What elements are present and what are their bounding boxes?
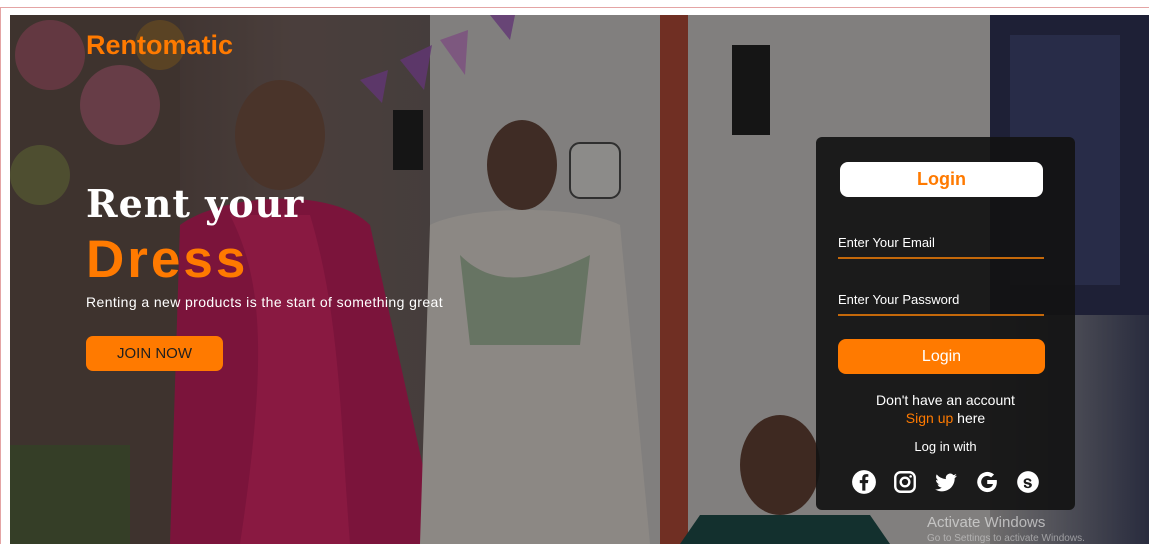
- login-with-text: Log in with: [914, 439, 977, 454]
- email-field[interactable]: Enter Your Email: [838, 233, 1044, 259]
- activate-windows-title: Activate Windows: [927, 514, 1046, 531]
- hero-tagline: Renting a new products is the start of s…: [86, 294, 444, 310]
- instagram-icon[interactable]: [892, 469, 918, 495]
- password-placeholder: Enter Your Password: [838, 292, 960, 307]
- twitter-icon[interactable]: [933, 469, 959, 495]
- email-placeholder: Enter Your Email: [838, 235, 935, 250]
- no-account-text: Don't have an account: [876, 392, 1015, 408]
- facebook-icon[interactable]: [851, 469, 877, 495]
- join-now-button[interactable]: JOIN NOW: [86, 336, 223, 371]
- password-field[interactable]: Enter Your Password: [838, 290, 1044, 316]
- hero-headline-accent: Dress: [86, 230, 249, 289]
- brand-logo[interactable]: Rentomatic: [86, 30, 233, 61]
- signup-line: Sign up here: [816, 410, 1075, 426]
- social-login-row: [851, 468, 1041, 496]
- left-border: [0, 7, 1, 544]
- hero-headline: Rent your: [86, 181, 305, 226]
- top-border: [0, 7, 1149, 8]
- browser-viewport: Rentomatic Rent your Dress Renting a new…: [0, 0, 1149, 544]
- hero-section: Rentomatic Rent your Dress Renting a new…: [10, 15, 1149, 544]
- signup-link[interactable]: Sign up: [906, 410, 953, 426]
- login-panel-title: Login: [840, 162, 1043, 197]
- google-icon[interactable]: [974, 469, 1000, 495]
- login-panel: Login Enter Your Email Enter Your Passwo…: [816, 137, 1075, 510]
- skype-icon[interactable]: [1015, 469, 1041, 495]
- signup-suffix: here: [957, 410, 986, 426]
- activate-windows-subtitle: Go to Settings to activate Windows.: [927, 533, 1085, 544]
- login-button[interactable]: Login: [838, 339, 1045, 374]
